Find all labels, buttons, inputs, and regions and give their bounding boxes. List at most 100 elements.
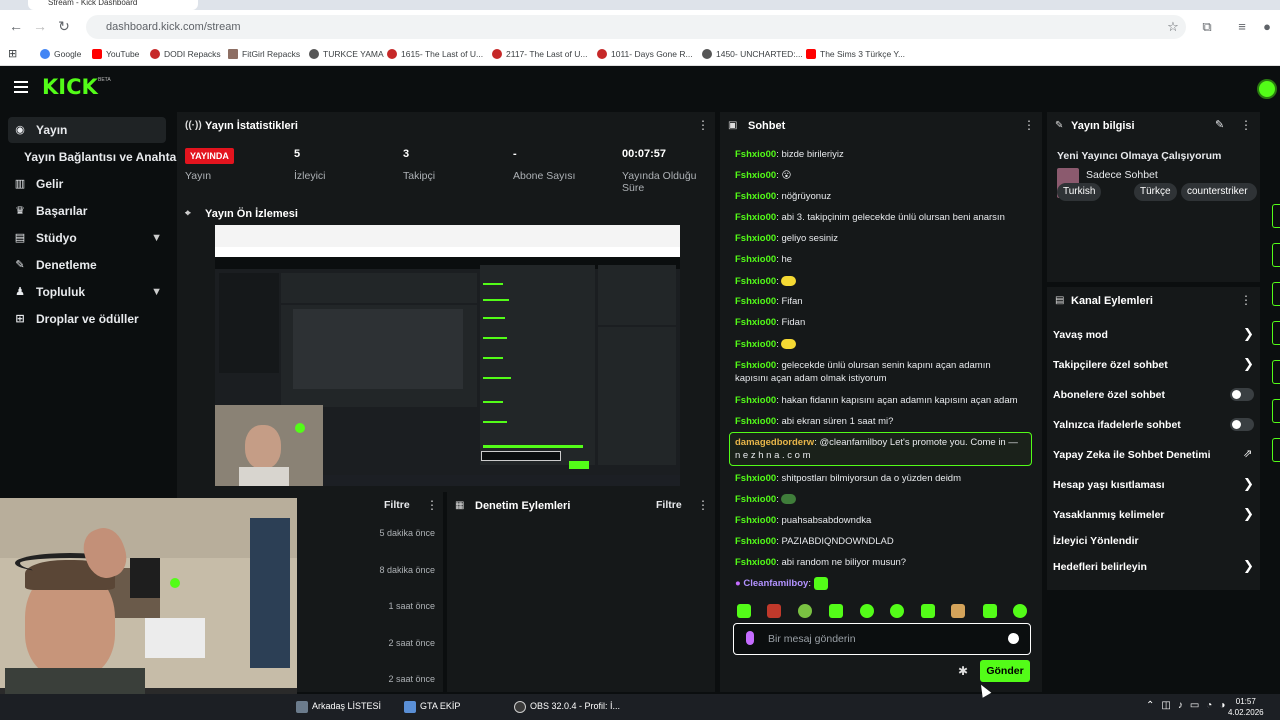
chat-username[interactable]: Fshxio00 — [735, 339, 776, 350]
moderation-filter-button[interactable]: Filtre — [656, 499, 682, 511]
chevron-right-icon[interactable]: ❯ — [1243, 476, 1254, 492]
chat-message[interactable]: Fshxio00: bizde birileriyiz — [735, 148, 1025, 161]
stream-info-menu-icon[interactable]: ⋮ — [1240, 119, 1252, 131]
bookmark-item[interactable]: 1011- Days Gone R... — [597, 47, 693, 61]
bookmark-item[interactable]: 1450- UNCHARTED:... — [702, 47, 803, 61]
tag-pill[interactable]: Türkçe — [1134, 183, 1177, 201]
stream-preview-video[interactable] — [215, 225, 680, 486]
chat-message[interactable]: Fshxio00: hakan fidanın kapısını açan ad… — [735, 394, 1025, 407]
chat-username[interactable]: Fshxio00 — [735, 360, 776, 371]
chat-username[interactable]: Fshxio00 — [735, 317, 776, 328]
chat-username[interactable]: Fshxio00 — [735, 494, 776, 505]
action-set-goals[interactable]: Hedefleri belirleyin — [1053, 561, 1147, 573]
chat-message[interactable]: Fshxio00: puahsabsabdowndka — [735, 514, 1025, 527]
action-raid-viewers[interactable]: İzleyici Yönlendir — [1053, 535, 1139, 547]
emote-icon[interactable] — [921, 604, 935, 618]
emote-icon[interactable] — [890, 604, 904, 618]
sidebar-item-revenue[interactable]: ▥ Gelir — [8, 171, 166, 197]
send-button[interactable]: Gönder — [980, 660, 1030, 682]
bookmark-item[interactable]: The Sims 3 Türkçe Y... — [806, 47, 905, 61]
chevron-right-icon[interactable]: ❯ — [1243, 326, 1254, 342]
quick-action-button[interactable] — [1272, 360, 1280, 384]
chat-message[interactable]: Fshxio00: abi ekran süren 1 saat mi? — [735, 415, 1025, 428]
sidebar-item-drops[interactable]: ⊞ Droplar ve ödüller — [8, 306, 166, 332]
quick-action-button[interactable] — [1272, 204, 1280, 228]
subscribers-only-toggle[interactable] — [1230, 388, 1254, 401]
chevron-right-icon[interactable]: ❯ — [1243, 506, 1254, 522]
chat-username[interactable]: Fshxio00 — [735, 149, 776, 160]
chat-message[interactable]: ● Cleanfamilboy: — [735, 577, 1025, 590]
chat-username[interactable]: Fshxio00 — [735, 557, 776, 568]
chat-message[interactable]: Fshxio00: gelecekde ünlü olursan senin k… — [735, 359, 1025, 385]
emoji-picker-icon[interactable] — [1008, 633, 1019, 644]
chat-message[interactable]: Fshxio00: abi 3. takipçinim gelecekde ün… — [735, 211, 1025, 224]
emote-icon[interactable] — [767, 604, 781, 618]
emote-icon[interactable] — [983, 604, 997, 618]
action-slow-mode[interactable]: Yavaş mod — [1053, 329, 1108, 341]
chevron-right-icon[interactable]: ❯ — [1243, 356, 1254, 372]
bookmark-item[interactable]: 2117- The Last of U... — [492, 47, 587, 61]
taskbar-item[interactable]: OBS 32.0.4 - Profil: İ... — [514, 701, 620, 713]
taskbar-item[interactable]: Arkadaş LİSTESİ — [296, 701, 381, 713]
bookmark-item[interactable]: Google — [40, 47, 81, 61]
chat-message[interactable]: Fshxio00: nöğrüyonuz — [735, 190, 1025, 203]
emote-icon[interactable] — [829, 604, 843, 618]
chat-username[interactable]: Cleanfamilboy — [743, 578, 808, 589]
chat-username[interactable]: Fshxio00 — [735, 515, 776, 526]
bookmark-item[interactable]: DODI Repacks — [150, 47, 221, 61]
moderation-menu-icon[interactable]: ⋮ — [697, 499, 709, 511]
edit-icon[interactable]: ✎ — [1215, 118, 1224, 131]
chat-message[interactable]: Fshxio00: — [735, 275, 1025, 288]
bookmark-item[interactable]: TURKCE YAMA — [309, 47, 384, 61]
chat-message[interactable]: Fshxio00: shitpostları bilmiyorsun da o … — [735, 472, 1025, 485]
quick-action-button[interactable] — [1272, 438, 1280, 462]
taskbar-clock[interactable]: 01:57 4.02.2026 — [1228, 696, 1264, 718]
external-link-icon[interactable]: ⇗ — [1243, 447, 1252, 460]
browser-tab[interactable]: Stream - Kick Dashboard — [28, 0, 198, 10]
chat-message[interactable]: Fshxio00: — [735, 493, 1025, 506]
emote-icon[interactable] — [1013, 604, 1027, 618]
chat-username[interactable]: Fshxio00 — [735, 473, 776, 484]
sidebar-item-achievements[interactable]: ♛ Başarılar — [8, 198, 166, 224]
chat-input[interactable]: Bir mesaj gönderin — [733, 623, 1031, 655]
action-ai-moderation[interactable]: Yapay Zeka ile Sohbet Denetimi — [1053, 449, 1211, 461]
chat-username[interactable]: Fshxio00 — [735, 254, 776, 265]
chat-username[interactable]: Fshxio00 — [735, 212, 776, 223]
address-bar[interactable]: dashboard.kick.com/stream — [86, 15, 1186, 39]
chat-username[interactable]: Fshxio00 — [735, 276, 776, 287]
quick-action-button[interactable] — [1272, 399, 1280, 423]
chat-username[interactable]: Fshxio00 — [735, 536, 776, 547]
system-tray-icons[interactable]: ⌃◫♪▭◔◑ — [1146, 700, 1232, 711]
chat-username[interactable]: Fshxio00 — [735, 416, 776, 427]
quick-action-button[interactable] — [1272, 321, 1280, 345]
extensions-icon[interactable]: ⧉ — [1199, 19, 1215, 35]
bookmark-star-icon[interactable]: ☆ — [1165, 19, 1181, 35]
chat-username[interactable]: Fshxio00 — [735, 191, 776, 202]
user-avatar[interactable] — [1257, 79, 1277, 99]
sidebar-item-stream[interactable]: ◉ Yayın — [8, 117, 166, 143]
activity-menu-icon[interactable]: ⋮ — [426, 499, 438, 511]
chat-message[interactable]: Fshxio00: 😮 — [735, 169, 1025, 182]
menu-icon[interactable] — [14, 81, 28, 93]
emotes-only-toggle[interactable] — [1230, 418, 1254, 431]
bookmark-item[interactable]: FitGirl Repacks — [228, 47, 300, 61]
chat-username[interactable]: Fshxio00 — [735, 395, 776, 406]
activity-filter-button[interactable]: Filtre — [384, 499, 410, 511]
tag-pill[interactable]: counterstriker — [1181, 183, 1257, 201]
sidebar-item-studio[interactable]: ▤ Stüdyo ▼ — [8, 225, 166, 251]
chat-message[interactable]: Fshxio00: — [735, 338, 1025, 351]
category-name[interactable]: Sadece Sohbet — [1086, 169, 1158, 181]
chat-username[interactable]: Fshxio00 — [735, 296, 776, 307]
chat-username[interactable]: Fshxio00 — [735, 170, 776, 181]
sidebar-item-stream-key[interactable]: Yayın Bağlantısı ve Anahtarı — [8, 144, 184, 170]
chat-message[interactable]: Fshxio00: PAZIABDIQNDOWNDLAD — [735, 535, 1025, 548]
chat-menu-icon[interactable]: ⋮ — [1023, 119, 1035, 131]
quick-action-button[interactable] — [1272, 282, 1280, 306]
chat-message[interactable]: Fshxio00: abi random ne biliyor musun? — [735, 556, 1025, 569]
apps-icon[interactable]: ⊞ — [8, 47, 17, 61]
quick-action-button[interactable] — [1272, 243, 1280, 267]
emote-icon[interactable] — [798, 604, 812, 618]
chat-message[interactable]: Fshxio00: Fidan — [735, 316, 1025, 329]
chat-message[interactable]: Fshxio00: geliyo sesiniz — [735, 232, 1025, 245]
profile-icon[interactable]: ● — [1259, 19, 1275, 35]
